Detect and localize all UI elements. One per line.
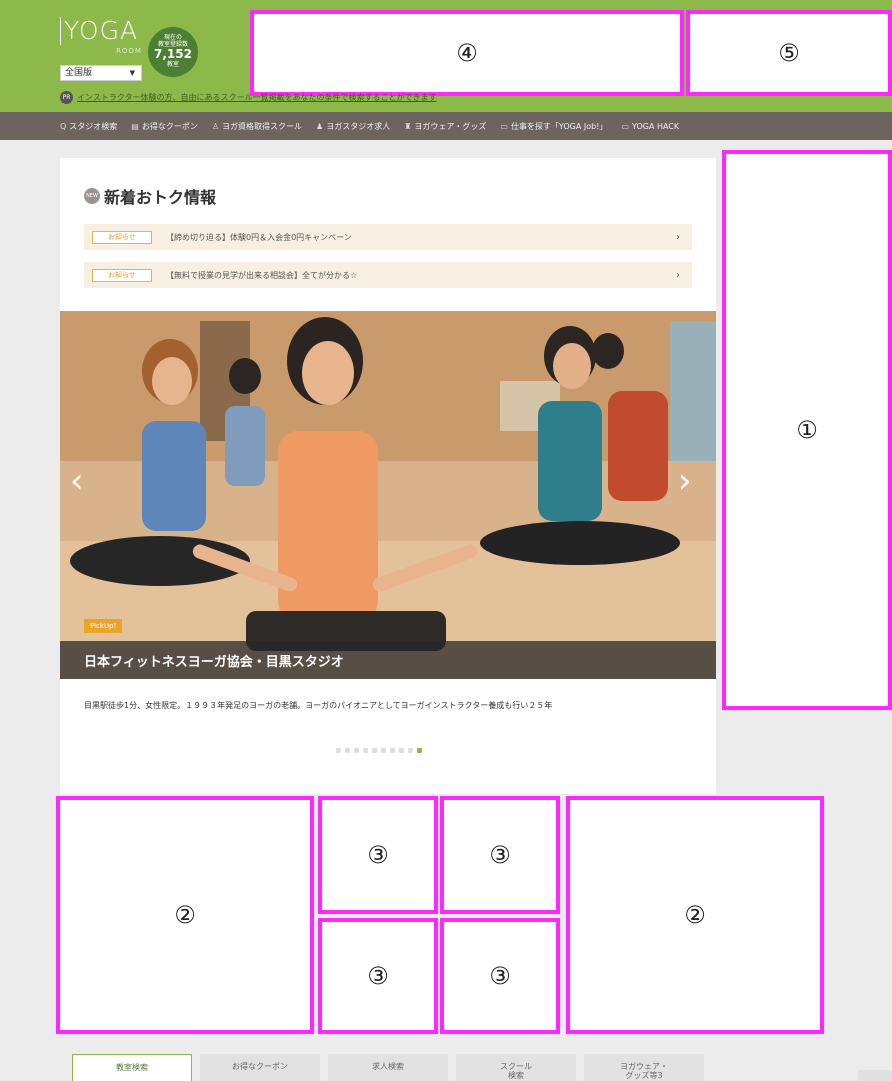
annotation-label-2: ② <box>684 901 706 929</box>
person-icon: ♟ <box>316 121 324 131</box>
nav-item-label: ヨガウェア・グッズ <box>414 121 487 131</box>
pickup-slider[interactable]: ‹ › PickUp! 日本フィットネスヨーガ協会・目黒スタジオ <box>60 311 716 679</box>
search-tabs: 教室検索 お得なクーポン 求人検索 スクール 検索 ヨガウェア・ グッズ等3 <box>72 1054 704 1081</box>
news-item-text: 【無料で授業の見学が出来る相談会】全てが分かる☆ <box>166 270 358 280</box>
news-item[interactable]: お知らせ 【無料で授業の見学が出来る相談会】全てが分かる☆ › <box>84 262 692 288</box>
logo-subtext: ROOM <box>116 47 142 55</box>
news-title: 新着おトク情報 <box>104 188 217 207</box>
slide-photo <box>60 311 716 679</box>
nav-item-yoga-job[interactable]: ▭ 仕事を探す「YOGA Job!」 <box>500 121 607 132</box>
tab-label: お得なクーポン <box>232 1062 288 1071</box>
nav-item-yoga-hack[interactable]: ▭ YOGA HACK <box>621 122 679 131</box>
tab-label: 教室検索 <box>116 1063 148 1072</box>
chevron-right-icon: › <box>676 269 680 281</box>
nav-item-school[interactable]: ♙ ヨガ資格取得スクール <box>212 121 302 132</box>
slide-description: 目黒駅徒歩1分、女性限定。１９９３年発足のヨーガの老舗。ヨーガのパイオニアとして… <box>84 701 553 710</box>
news-item[interactable]: お知らせ 【締め切り迫る】体験0円＆入会金0円キャンペーン › <box>84 224 692 250</box>
annotation-box-3: ③ <box>318 796 438 914</box>
studio-count-badge: 現在の 教室登録数 7,152 教室 <box>148 27 198 77</box>
annotation-label-2: ② <box>174 901 196 929</box>
region-select[interactable]: 全国版 ▼ <box>60 65 142 81</box>
slider-dot[interactable] <box>417 748 422 753</box>
nav-item-label: YOGA HACK <box>632 121 680 131</box>
nav-item-jobs[interactable]: ♟ ヨガスタジオ求人 <box>316 121 390 132</box>
slider-pagination <box>336 748 422 753</box>
global-nav: Q スタジオ検索 ▤ お得なクーポン ♙ ヨガ資格取得スクール ♟ ヨガスタジオ… <box>0 112 892 140</box>
tab-label: スクール 検索 <box>500 1062 532 1080</box>
annotation-label-1: ① <box>796 416 818 444</box>
slider-dot[interactable] <box>408 748 413 753</box>
nav-item-label: スタジオ検索 <box>69 121 118 131</box>
new-badge: NEW <box>84 188 100 204</box>
studio-count-label: 現在の 教室登録数 <box>157 34 188 48</box>
annotation-box-1: ① <box>722 150 892 710</box>
pickup-badge: PickUp! <box>84 619 123 633</box>
news-tag: お知らせ <box>92 230 152 244</box>
pr-link[interactable]: インストラクター体験の方、自由にあるスクール一覧掲載をあなたの条件で検索すること… <box>77 92 437 103</box>
coupon-icon: ▤ <box>131 121 139 131</box>
nav-item-label: お得なクーポン <box>141 121 198 131</box>
site-header: YOGA ROOM 全国版 ▼ 現在の 教室登録数 7,152 教室 ④ ⑤ P… <box>0 0 892 112</box>
region-select-value: 全国版 <box>65 68 93 78</box>
annotation-label-5: ⑤ <box>778 39 800 67</box>
news-item-text: 【締め切り迫る】体験0円＆入会金0円キャンペーン <box>166 232 352 242</box>
slider-dot[interactable] <box>390 748 395 753</box>
logo-text: YOGA <box>60 17 138 45</box>
nav-item-label: 仕事を探す「YOGA Job!」 <box>510 121 608 131</box>
annotation-label-3: ③ <box>489 841 511 869</box>
slide-caption-text: 日本フィットネスヨーガ協会・目黒スタジオ <box>84 654 344 670</box>
tab-school-search[interactable]: スクール 検索 <box>456 1054 576 1081</box>
chevron-down-icon: ▼ <box>129 69 135 77</box>
tab-job-search[interactable]: 求人検索 <box>328 1054 448 1081</box>
slider-dot[interactable] <box>354 748 359 753</box>
slider-dot[interactable] <box>345 748 350 753</box>
main-content-card: NEW 新着おトク情報 お知らせ 【締め切り迫る】体験0円＆入会金0円キャンペー… <box>60 158 716 794</box>
slider-dot[interactable] <box>399 748 404 753</box>
pr-line: PR インストラクター体験の方、自由にあるスクール一覧掲載をあなたの条件で検索す… <box>60 90 437 104</box>
tab-label: ヨガウェア・ グッズ等3 <box>620 1062 668 1080</box>
nav-item-wear[interactable]: ♜ ヨガウェア・グッズ <box>404 121 486 132</box>
annotation-box-2-left: ② <box>56 796 314 1034</box>
annotation-label-4: ④ <box>456 39 478 67</box>
tab-label: 求人検索 <box>372 1062 404 1071</box>
job-icon: ▭ <box>500 121 508 131</box>
nav-item-label: ヨガスタジオ求人 <box>326 121 391 131</box>
annotation-box-3: ③ <box>440 796 560 914</box>
certificate-icon: ♙ <box>211 121 220 131</box>
nav-item-label: ヨガ資格取得スクール <box>222 121 303 131</box>
site-logo[interactable]: YOGA ROOM <box>60 17 142 65</box>
studio-count-value: 7,152 <box>154 47 192 61</box>
search-icon: Q <box>60 121 67 131</box>
nav-item-studio-search[interactable]: Q スタジオ検索 <box>60 121 117 132</box>
tab-wear-goods[interactable]: ヨガウェア・ グッズ等3 <box>584 1054 704 1081</box>
annotation-label-3: ③ <box>489 962 511 990</box>
shirt-icon: ♜ <box>404 121 412 131</box>
slider-dot[interactable] <box>363 748 368 753</box>
annotation-box-2-right: ② <box>566 796 824 1034</box>
annotation-box-3: ③ <box>318 918 438 1034</box>
annotation-box-5: ⑤ <box>686 10 892 96</box>
annotation-label-3: ③ <box>367 962 389 990</box>
slider-dot[interactable] <box>372 748 377 753</box>
pr-badge: PR <box>60 90 73 104</box>
slider-prev-button[interactable]: ‹ <box>70 461 84 501</box>
tab-studio-search[interactable]: 教室検索 <box>72 1054 192 1081</box>
nav-item-coupon[interactable]: ▤ お得なクーポン <box>131 121 198 132</box>
tab-coupon[interactable]: お得なクーポン <box>200 1054 320 1081</box>
slider-dot[interactable] <box>336 748 341 753</box>
annotation-box-3: ③ <box>440 918 560 1034</box>
slider-dot[interactable] <box>381 748 386 753</box>
news-tag: お知らせ <box>92 268 152 282</box>
annotation-label-3: ③ <box>367 841 389 869</box>
studio-count-unit: 教室 <box>166 61 179 68</box>
slider-next-button[interactable]: › <box>678 461 692 501</box>
hack-icon: ▭ <box>621 121 629 131</box>
news-heading: NEW 新着おトク情報 <box>84 184 216 208</box>
annotation-box-4: ④ <box>250 10 684 96</box>
chevron-right-icon: › <box>676 231 680 243</box>
slide-caption: 日本フィットネスヨーガ協会・目黒スタジオ <box>60 641 716 679</box>
scrollbar-corner <box>858 1070 892 1081</box>
